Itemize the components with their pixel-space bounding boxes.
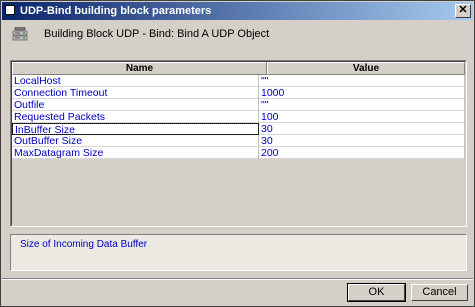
ok-button[interactable]: OK: [347, 283, 406, 302]
column-header-value[interactable]: Value: [267, 62, 465, 75]
param-name-cell[interactable]: LocalHost: [12, 75, 259, 87]
param-name-cell[interactable]: OutBuffer Size: [12, 135, 259, 147]
cancel-button[interactable]: Cancel: [411, 284, 468, 301]
param-value-cell[interactable]: "": [259, 75, 465, 87]
param-name-cell[interactable]: Requested Packets: [12, 111, 259, 123]
param-name-cell[interactable]: Outfile: [12, 99, 259, 111]
parameters-grid: Name Value LocalHost "" Connection Timeo…: [10, 60, 467, 227]
table-row[interactable]: Outfile "": [12, 99, 465, 111]
title-bar[interactable]: UDP-Bind building block parameters ✕: [2, 2, 473, 20]
divider: [2, 278, 473, 280]
column-header-name[interactable]: Name: [12, 62, 267, 75]
network-block-icon: [12, 27, 28, 41]
description-text: Size of Incoming Data Buffer: [20, 239, 148, 250]
param-value-cell[interactable]: 1000: [259, 87, 465, 99]
table-row[interactable]: OutBuffer Size 30: [12, 135, 465, 147]
close-button[interactable]: ✕: [455, 4, 471, 18]
table-row[interactable]: MaxDatagram Size 200: [12, 147, 465, 159]
param-value-cell[interactable]: 200: [259, 147, 465, 159]
table-row-selected[interactable]: InBuffer Size 30: [12, 123, 465, 135]
table-row[interactable]: Requested Packets 100: [12, 111, 465, 123]
grid-header: Name Value: [12, 62, 465, 75]
param-value-cell[interactable]: 30: [259, 123, 465, 135]
grid-rows: LocalHost "" Connection Timeout 1000 Out…: [12, 75, 465, 159]
description-panel: Size of Incoming Data Buffer: [10, 234, 467, 271]
dialog-window: UDP-Bind building block parameters ✕ Bui…: [0, 0, 475, 307]
window-title: UDP-Bind building block parameters: [20, 5, 212, 17]
app-icon: [5, 5, 15, 15]
param-name-cell[interactable]: MaxDatagram Size: [12, 147, 259, 159]
grid-frame: Name Value LocalHost "" Connection Timeo…: [11, 61, 466, 226]
table-row[interactable]: Connection Timeout 1000: [12, 87, 465, 99]
param-value-cell[interactable]: 100: [259, 111, 465, 123]
table-row[interactable]: LocalHost "": [12, 75, 465, 87]
param-name-cell[interactable]: InBuffer Size: [12, 123, 259, 135]
param-value-cell[interactable]: 30: [259, 135, 465, 147]
param-name-cell[interactable]: Connection Timeout: [12, 87, 259, 99]
param-value-cell[interactable]: "": [259, 99, 465, 111]
building-block-label: Building Block UDP - Bind: Bind A UDP Ob…: [44, 28, 270, 40]
close-icon: ✕: [458, 4, 468, 16]
